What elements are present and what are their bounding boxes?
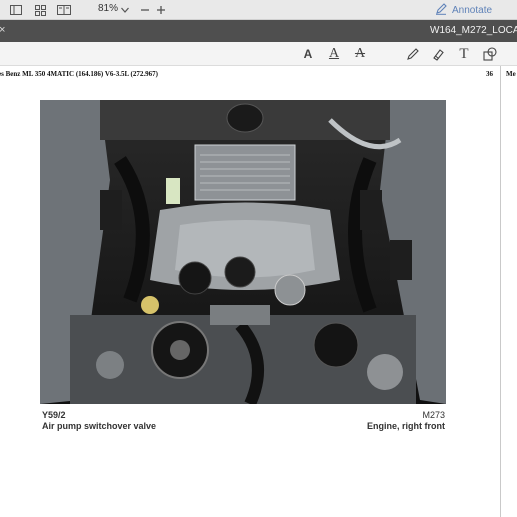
shape-icon[interactable] bbox=[482, 46, 498, 62]
pencil-icon[interactable] bbox=[404, 46, 420, 62]
pen-icon bbox=[435, 3, 447, 18]
figure-code-right: M273 bbox=[422, 410, 445, 420]
highlight-icon[interactable]: A bbox=[326, 46, 342, 62]
next-page-running-head: Me bbox=[506, 70, 516, 78]
strikethrough-icon[interactable]: A bbox=[352, 46, 368, 62]
annotate-label: Annotate bbox=[452, 5, 493, 16]
figure-caption-right: Engine, right front bbox=[367, 421, 445, 431]
figure-caption-left: Air pump switchover valve bbox=[42, 421, 157, 431]
text-icon[interactable]: T bbox=[456, 46, 472, 62]
figure-code-left: Y59/2 bbox=[42, 410, 66, 420]
sidebar-icon[interactable] bbox=[8, 3, 24, 17]
zoom-in-icon[interactable] bbox=[153, 3, 169, 17]
close-icon[interactable]: × bbox=[0, 24, 5, 36]
page-number: 36 bbox=[486, 70, 493, 78]
text-select-icon[interactable]: A bbox=[300, 46, 316, 62]
document-page: es Benz ML 350 4MATIC (164.186) V6-3.5L … bbox=[0, 66, 500, 517]
chevron-down-icon[interactable] bbox=[117, 3, 133, 17]
annotate-button[interactable]: Annotate bbox=[435, 3, 492, 18]
next-page: Me bbox=[500, 66, 517, 517]
pages-icon[interactable] bbox=[56, 3, 72, 17]
tab-bar: × W164_M272_LOCAT bbox=[0, 20, 517, 42]
zoom-out-icon[interactable] bbox=[137, 3, 153, 17]
engine-photo bbox=[40, 100, 446, 404]
annotation-toolbar: A A A T bbox=[0, 42, 517, 66]
grid-icon[interactable] bbox=[32, 3, 48, 17]
running-head: es Benz ML 350 4MATIC (164.186) V6-3.5L … bbox=[0, 70, 158, 78]
zoom-level[interactable]: 81% bbox=[98, 3, 118, 14]
window-toolbar: 81% Annotate bbox=[0, 0, 517, 20]
document-tab-title[interactable]: W164_M272_LOCAT bbox=[430, 25, 517, 36]
eraser-icon[interactable] bbox=[430, 46, 446, 62]
